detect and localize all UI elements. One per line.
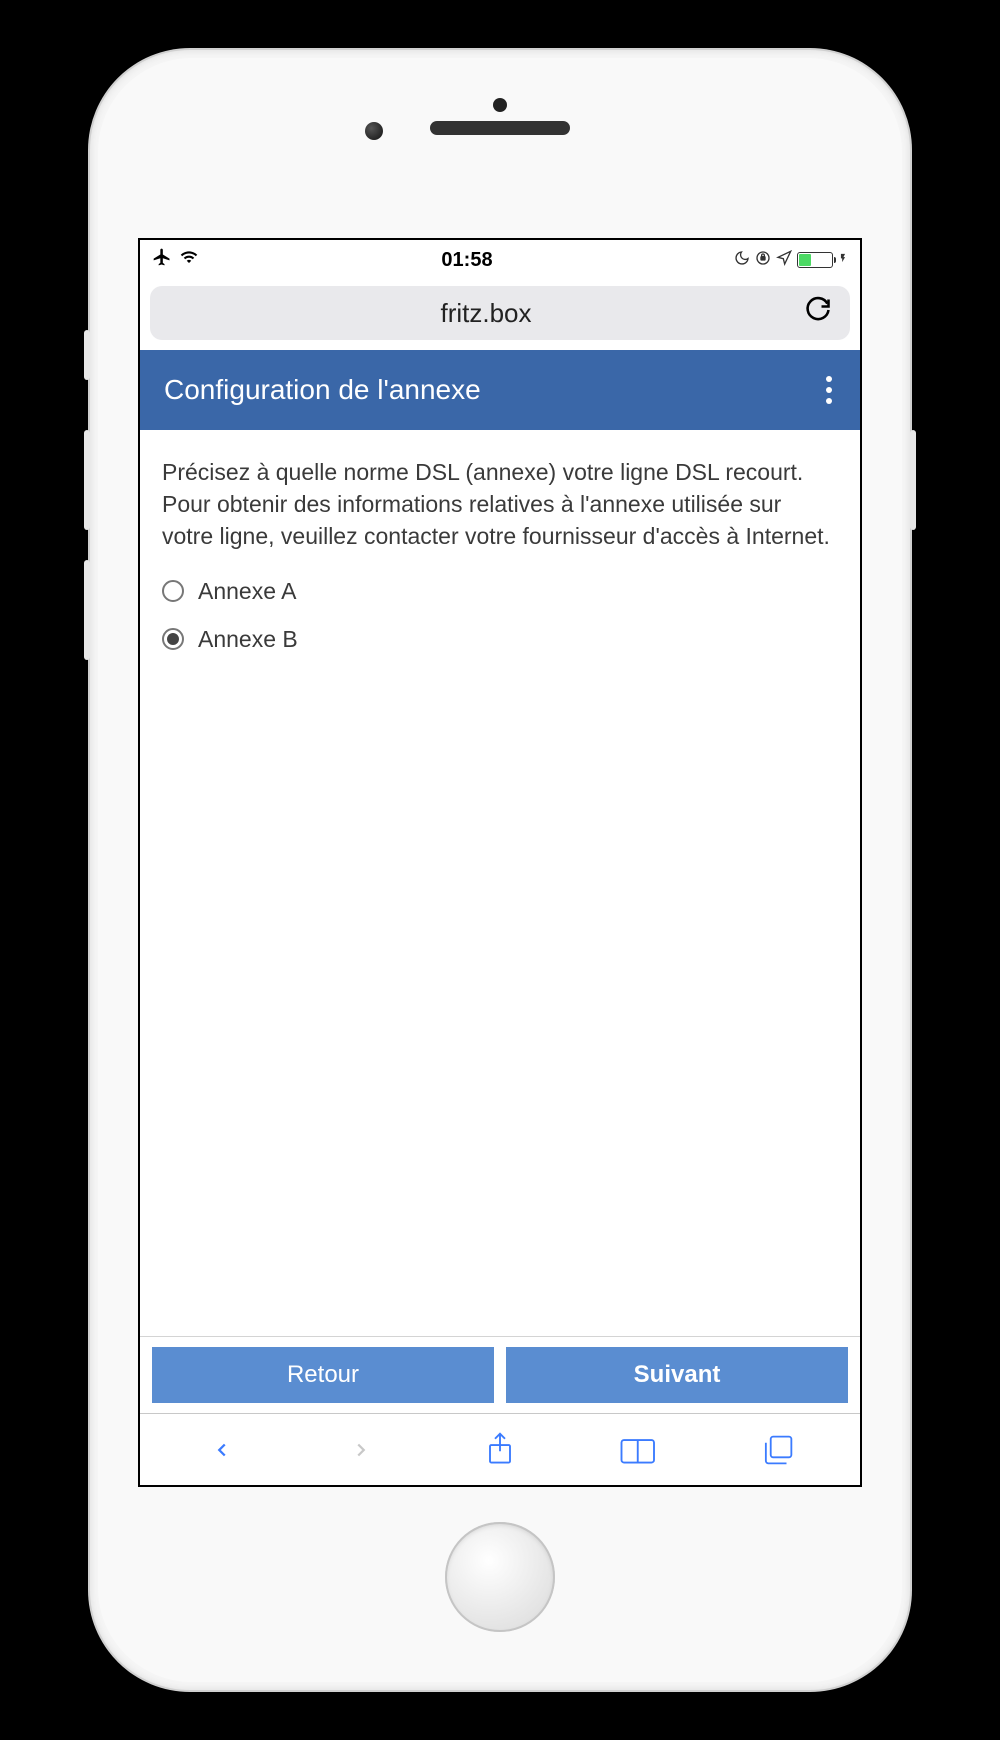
back-button[interactable]: Retour	[152, 1347, 494, 1403]
radio-label: Annexe A	[198, 575, 296, 607]
url-text: fritz.box	[168, 298, 804, 329]
location-icon	[776, 249, 792, 272]
airplane-mode-icon	[152, 247, 172, 273]
status-time: 01:58	[200, 249, 734, 272]
power-button	[910, 430, 916, 530]
radio-icon	[162, 580, 184, 602]
browser-forward-icon[interactable]	[339, 1428, 383, 1472]
sensor-icon	[493, 98, 507, 112]
radio-option-annexe-b[interactable]: Annexe B	[162, 623, 838, 655]
status-bar: 01:58	[140, 240, 860, 280]
mute-switch	[84, 330, 90, 380]
screen: 01:58	[138, 238, 862, 1487]
content-area: Précisez à quelle norme DSL (annexe) vot…	[140, 430, 860, 1336]
next-button[interactable]: Suivant	[506, 1347, 848, 1403]
radio-option-annexe-a[interactable]: Annexe A	[162, 575, 838, 607]
reload-icon[interactable]	[804, 296, 832, 331]
bookmarks-icon[interactable]	[617, 1428, 661, 1472]
phone-frame: 01:58	[90, 50, 910, 1690]
camera-icon	[365, 122, 383, 140]
wifi-icon	[178, 248, 200, 272]
browser-back-icon[interactable]	[200, 1428, 244, 1472]
url-bar[interactable]: fritz.box	[150, 286, 850, 340]
footer-buttons: Retour Suivant	[140, 1336, 860, 1413]
orientation-lock-icon	[755, 249, 771, 272]
volume-down	[84, 560, 90, 660]
menu-icon[interactable]	[822, 372, 836, 408]
speaker-grille	[430, 121, 570, 135]
browser-toolbar	[140, 1413, 860, 1485]
radio-label: Annexe B	[198, 623, 298, 655]
share-icon[interactable]	[478, 1428, 522, 1472]
tabs-icon[interactable]	[756, 1428, 800, 1472]
home-button[interactable]	[445, 1522, 555, 1632]
charging-icon	[838, 249, 848, 272]
moon-icon	[734, 249, 750, 272]
description-text: Précisez à quelle norme DSL (annexe) vot…	[162, 456, 838, 553]
radio-icon	[162, 628, 184, 650]
battery-icon	[797, 252, 833, 268]
app-header: Configuration de l'annexe	[140, 350, 860, 430]
page-title: Configuration de l'annexe	[164, 374, 822, 406]
volume-up	[84, 430, 90, 530]
